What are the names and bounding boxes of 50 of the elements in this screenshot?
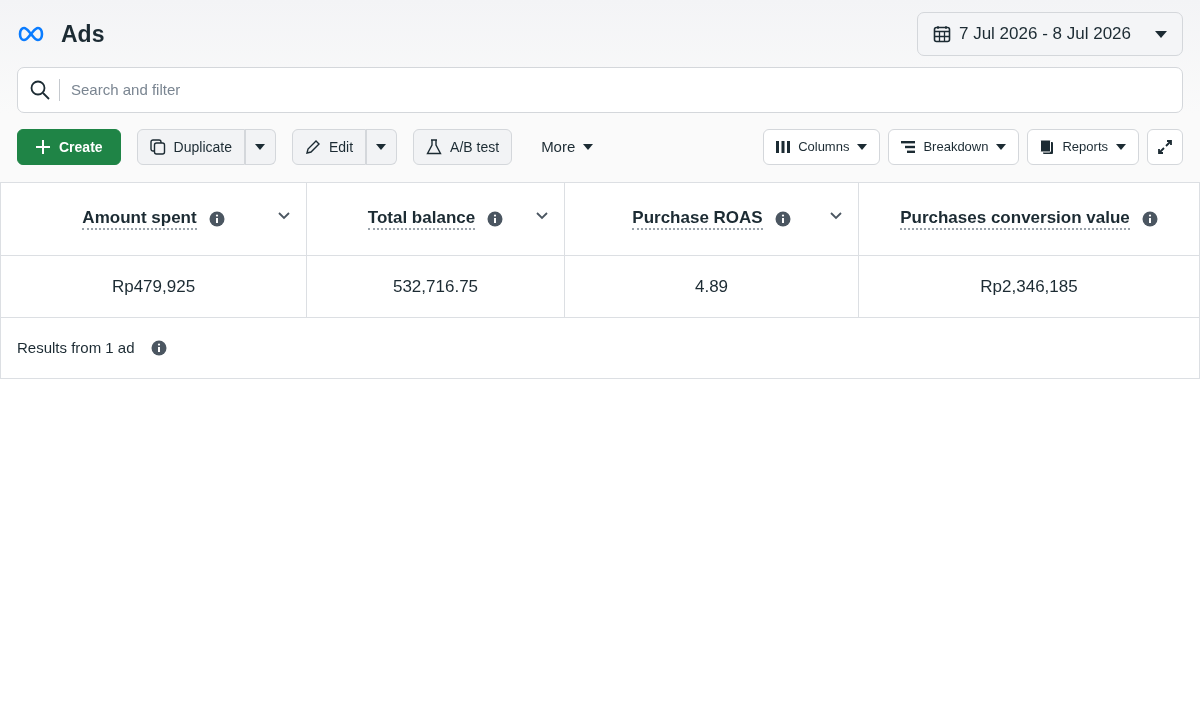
toolbar-button[interactable]: A/B test	[413, 129, 513, 165]
caret-icon	[583, 144, 594, 150]
expand-icon	[1158, 140, 1172, 154]
caret-icon	[254, 144, 265, 150]
pencil-icon	[304, 139, 321, 155]
create-button[interactable]: Create	[17, 129, 121, 165]
caret-icon	[1116, 144, 1126, 150]
dropdown-toggle[interactable]	[366, 129, 398, 165]
toolbar-button[interactable]: Edit	[291, 129, 367, 165]
toolbar-dropdown[interactable]: Breakdown	[888, 129, 1020, 165]
logo-icon	[17, 26, 45, 42]
reports-icon	[1040, 140, 1055, 154]
columns-icon	[776, 141, 791, 153]
column-header[interactable]: Purchases conversion value	[900, 208, 1130, 230]
column-header[interactable]: Total balance	[367, 208, 476, 230]
flask-icon	[426, 139, 443, 155]
chevron-icon[interactable]	[536, 212, 548, 220]
caret-icon	[996, 144, 1007, 150]
info-icon[interactable]	[487, 211, 504, 227]
date-range-picker[interactable]: 7 Jul 2026 - 8 Jul 2026	[917, 12, 1183, 56]
caret-icon	[857, 144, 868, 150]
search-bar[interactable]: Search and filter	[17, 67, 1183, 113]
table-cell: Rp479,925	[1, 256, 307, 318]
copy-icon	[149, 139, 166, 155]
column-header[interactable]: Amount spent	[82, 208, 197, 230]
dropdown-toggle[interactable]	[244, 129, 276, 165]
caret-icon	[376, 144, 387, 150]
chevron-icon[interactable]	[278, 212, 290, 220]
toolbar-dropdown[interactable]: Reports	[1027, 129, 1139, 165]
info-icon[interactable]	[1141, 211, 1158, 227]
toolbar-button[interactable]: Duplicate	[136, 129, 245, 165]
caret-icon	[1155, 30, 1167, 38]
search-field[interactable]: Search and filter	[69, 77, 1170, 103]
info-icon[interactable]	[774, 211, 791, 227]
page-title: Ads	[61, 19, 105, 49]
results-summary: Results from 1 ad	[17, 337, 135, 358]
column-header[interactable]: Purchase ROAS	[632, 208, 763, 230]
calendar-icon	[933, 25, 951, 43]
table-cell: 532,716.75	[307, 256, 565, 318]
more-menu-button[interactable]: More	[528, 129, 607, 165]
plus-icon	[35, 139, 51, 155]
fullscreen-button[interactable]	[1147, 129, 1183, 165]
info-icon[interactable]	[150, 340, 167, 356]
breakdown-icon	[901, 141, 916, 153]
toolbar-dropdown[interactable]: Columns	[763, 129, 881, 165]
info-icon[interactable]	[208, 211, 225, 227]
chevron-icon[interactable]	[830, 212, 842, 220]
table-cell: 4.89	[565, 256, 859, 318]
table-cell: Rp2,346,185	[859, 256, 1199, 318]
search-icon	[30, 80, 50, 100]
